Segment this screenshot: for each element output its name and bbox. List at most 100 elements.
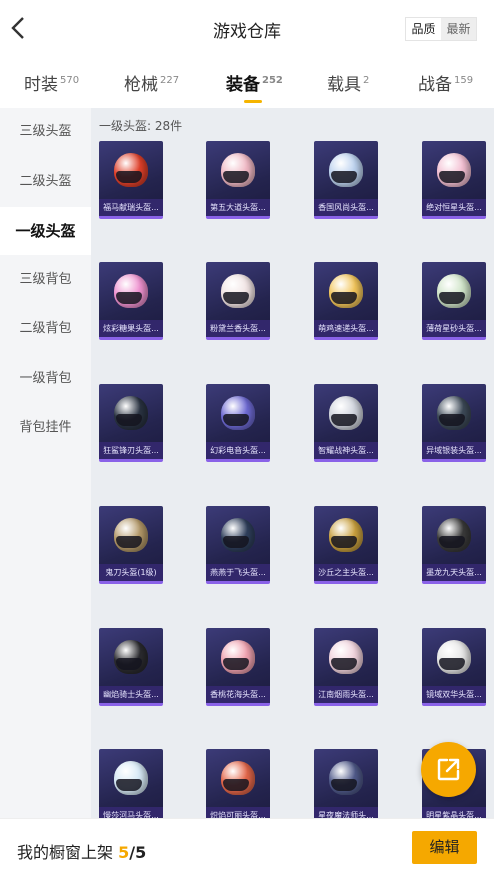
item-card[interactable]: 镜域双华头盔... [422,628,486,706]
item-name: 星夜魔法师头... [314,807,378,818]
item-name: 鬼刀头盔(1级) [99,564,163,581]
tab-equipment[interactable]: 装备 252 [226,70,283,103]
sidebar-item-level1-backpack[interactable]: 一级背包 [0,355,91,403]
tab-supplies[interactable]: 战备 159 [418,70,473,95]
item-card[interactable]: 绝对恒星头盔... [422,141,486,219]
helmet-visor-icon [116,171,142,183]
item-card[interactable]: 炫彩糖果头盔... [99,262,163,340]
tab-label: 装备 [226,75,260,95]
helmet-visor-icon [223,779,249,791]
item-card[interactable]: 炽焰可丽头盔... [206,749,270,818]
helmet-visor-icon [439,414,465,426]
item-name: 绝对恒星头盔... [422,199,486,216]
external-link-icon [437,758,460,781]
item-name: 第五大道头盔... [206,199,270,216]
item-name: 福马献瑞头盔... [99,199,163,216]
item-card[interactable]: 狂鲨锋刃头盔... [99,384,163,462]
sidebar-item-level2-backpack[interactable]: 二级背包 [0,305,91,353]
item-card[interactable]: 江南烟雨头盔... [314,628,378,706]
tab-vehicles[interactable]: 载具 2 [327,70,369,95]
tab-label: 时装 [24,75,58,95]
share-button[interactable] [421,742,476,797]
tab-count: 159 [454,75,474,87]
helmet-visor-icon [116,658,142,670]
item-card[interactable]: 萌鸡速递头盔... [314,262,378,340]
subcategory-sidebar: 三级头盔 二级头盔 一级头盔 三级背包 二级背包 一级背包 背包挂件 [0,108,91,818]
item-card[interactable]: 幽焰骑士头盔... [99,628,163,706]
item-name: 粉黛兰香头盔... [206,320,270,337]
item-card[interactable]: 鬼刀头盔(1级) [99,506,163,584]
tab-count: 570 [60,75,80,87]
section-title: 一级头盔: 28件 [99,119,183,133]
showcase-status: 我的橱窗上架 5/5 [17,839,146,863]
sidebar-item-level3-backpack[interactable]: 三级背包 [0,256,91,304]
item-card[interactable]: 慢莎河马头盔... [99,749,163,818]
item-name: 镜域双华头盔... [422,686,486,703]
sort-toggle: 品质 最新 [405,17,477,41]
item-name: 异域银装头盔... [422,442,486,459]
active-tab-indicator [244,100,262,103]
sidebar-item-level2-helmet[interactable]: 二级头盔 [0,158,91,206]
helmet-visor-icon [331,658,357,670]
helmet-visor-icon [331,292,357,304]
helmet-visor-icon [116,779,142,791]
top-bar: 游戏仓库 品质 最新 [0,0,494,58]
item-name: 明星紫晶头盔... [422,807,486,818]
showcase-label: 我的橱窗上架 [17,843,114,862]
item-name: 炽焰可丽头盔... [206,807,270,818]
helmet-visor-icon [439,292,465,304]
showcase-current: 5 [118,843,130,862]
helmet-visor-icon [116,536,142,548]
item-name: 萌鸡速递头盔... [314,320,378,337]
item-card[interactable]: 智耀战神头盔... [314,384,378,462]
item-card[interactable]: 星夜魔法师头... [314,749,378,818]
item-name: 江南烟雨头盔... [314,686,378,703]
item-card[interactable]: 墨龙九天头盔... [422,506,486,584]
sort-by-quality-button[interactable]: 品质 [406,18,441,40]
item-card[interactable]: 粉黛兰香头盔... [206,262,270,340]
helmet-visor-icon [116,292,142,304]
tab-label: 枪械 [124,75,158,95]
item-name: 炫彩糖果头盔... [99,320,163,337]
helmet-visor-icon [331,171,357,183]
helmet-visor-icon [331,779,357,791]
item-name: 墨龙九天头盔... [422,564,486,581]
item-card[interactable]: 燕燕于飞头盔... [206,506,270,584]
item-name: 智耀战神头盔... [314,442,378,459]
item-card[interactable]: 香国风尚头盔... [314,141,378,219]
item-name: 沙丘之主头盔... [314,564,378,581]
tab-count: 2 [363,75,370,87]
category-tabs: 时装 570 枪械 227 装备 252 载具 2 战备 159 [0,58,494,108]
sidebar-item-level1-helmet[interactable]: 一级头盔 [0,207,91,255]
helmet-visor-icon [439,171,465,183]
item-name: 狂鲨锋刃头盔... [99,442,163,459]
item-card[interactable]: 薄荷星砂头盔... [422,262,486,340]
item-card[interactable]: 幻彩电音头盔... [206,384,270,462]
sort-by-newest-button[interactable]: 最新 [441,18,476,40]
helmet-visor-icon [331,414,357,426]
item-name: 燕燕于飞头盔... [206,564,270,581]
helmet-visor-icon [223,536,249,548]
tab-fashion[interactable]: 时装 570 [24,70,79,95]
helmet-visor-icon [331,536,357,548]
item-card[interactable]: 异域银装头盔... [422,384,486,462]
item-card[interactable]: 香桃花海头盔... [206,628,270,706]
item-grid-panel: 一级头盔: 28件 福马献瑞头盔... 第五大道头盔... 香国风尚头盔... 绝对恒… [91,108,494,818]
item-name: 薄荷星砂头盔... [422,320,486,337]
item-name: 香国风尚头盔... [314,199,378,216]
edit-button[interactable]: 编辑 [412,831,477,864]
item-name: 幻彩电音头盔... [206,442,270,459]
tab-guns[interactable]: 枪械 227 [124,70,179,95]
helmet-visor-icon [223,292,249,304]
sidebar-item-backpack-charm[interactable]: 背包挂件 [0,404,91,452]
sidebar-item-level3-helmet[interactable]: 三级头盔 [0,108,91,156]
item-name: 香桃花海头盔... [206,686,270,703]
tab-label: 战备 [418,75,452,95]
item-card[interactable]: 沙丘之主头盔... [314,506,378,584]
item-card[interactable]: 福马献瑞头盔... [99,141,163,219]
helmet-visor-icon [223,414,249,426]
item-card[interactable]: 第五大道头盔... [206,141,270,219]
tab-count: 227 [160,75,180,87]
showcase-total: /5 [129,843,147,862]
item-name: 幽焰骑士头盔... [99,686,163,703]
